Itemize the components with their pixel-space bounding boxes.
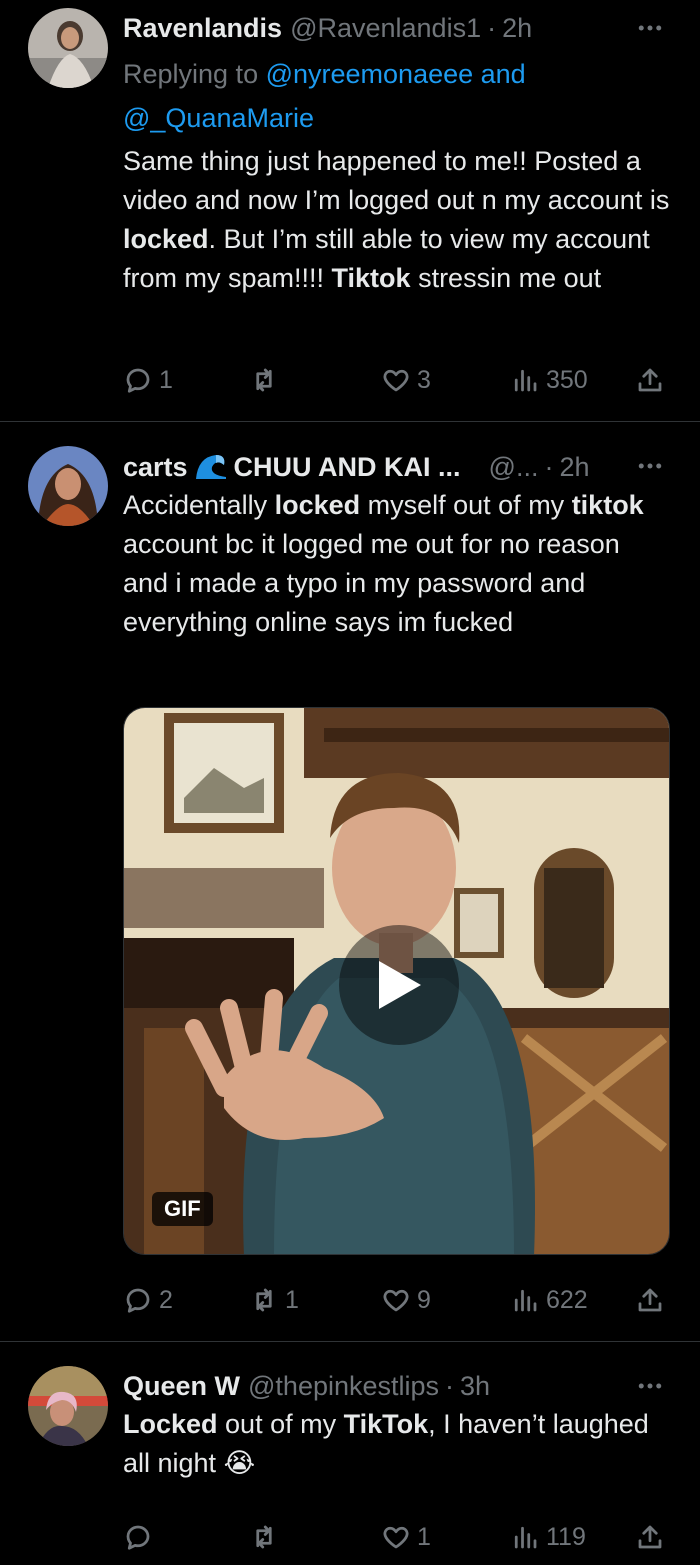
- handle[interactable]: @Ravenlandis1: [290, 8, 481, 48]
- avatar[interactable]: [28, 8, 108, 88]
- timestamp[interactable]: 3h: [460, 1366, 490, 1406]
- display-name[interactable]: Ravenlandis: [123, 8, 282, 48]
- gif-media[interactable]: GIF: [123, 707, 670, 1255]
- tweet-header: Queen W @thepinkestlips · 3h: [123, 1366, 670, 1406]
- text-segment: myself out of my: [360, 490, 572, 520]
- retweet-button[interactable]: [249, 1515, 285, 1559]
- like-count: 9: [417, 1285, 431, 1314]
- avatar-image: [28, 8, 108, 88]
- like-icon: [383, 369, 409, 392]
- reply-count: 1: [159, 365, 173, 394]
- avatar[interactable]: [28, 1366, 108, 1446]
- retweet-icon: [256, 1288, 272, 1312]
- tweet-header: Ravenlandis @Ravenlandis1 · 2h: [123, 8, 670, 48]
- retweet-icon: [256, 368, 272, 392]
- tweet-1[interactable]: Ravenlandis @Ravenlandis1 · 2h Replying …: [0, 0, 700, 421]
- retweet-count: 1: [285, 1285, 299, 1314]
- timestamp[interactable]: 2h: [559, 447, 589, 487]
- retweet-button[interactable]: 1: [249, 1278, 299, 1322]
- tweet-3[interactable]: Queen W @thepinkestlips · 3h Locked out …: [0, 1342, 700, 1565]
- text-segment: account bc it logged me out for no reaso…: [123, 529, 620, 637]
- separator-dot: ·: [445, 1371, 455, 1401]
- views-button[interactable]: 350: [510, 358, 588, 402]
- text-highlight: locked: [274, 490, 361, 520]
- reply-icon: [126, 1288, 150, 1313]
- share-icon: [638, 1288, 662, 1312]
- tweet-header: carts CHUU AND KAI ... @... · 2h: [123, 446, 670, 487]
- more-icon: [638, 463, 662, 469]
- share-button[interactable]: [635, 358, 665, 402]
- display-name[interactable]: carts: [123, 447, 188, 487]
- views-icon: [514, 1526, 537, 1549]
- replying-to: Replying to @nyreemonaeee and @_QuanaMar…: [123, 52, 670, 140]
- timestamp[interactable]: 2h: [502, 8, 532, 48]
- display-name[interactable]: Queen W: [123, 1366, 240, 1406]
- more-options-button[interactable]: [630, 1366, 670, 1406]
- handle[interactable]: @thepinkestlips: [248, 1366, 439, 1406]
- like-icon: [383, 1289, 409, 1312]
- tweet-text: Accidentally locked myself out of my tik…: [123, 486, 670, 642]
- share-icon: [638, 368, 662, 392]
- avatar-image: [28, 1366, 108, 1446]
- mention-link[interactable]: @_QuanaMarie: [123, 103, 314, 133]
- separator-dot: ·: [544, 452, 554, 482]
- more-icon: [638, 25, 662, 31]
- views-icon: [514, 1289, 537, 1312]
- text-segment: Accidentally: [123, 490, 275, 520]
- action-bar: 2 1 9 622: [123, 1278, 668, 1322]
- reply-icon: [126, 1525, 150, 1550]
- like-button[interactable]: 3: [381, 358, 431, 402]
- mention-link[interactable]: @nyreemonaeee and: [266, 59, 526, 89]
- action-bar: 1 119: [123, 1515, 668, 1559]
- handle[interactable]: @...: [489, 447, 539, 487]
- reply-count: 2: [159, 1285, 173, 1314]
- like-count: 3: [417, 365, 431, 394]
- more-icon: [638, 1383, 662, 1389]
- tweet-text: Locked out of my TikTok, I haven’t laugh…: [123, 1405, 670, 1483]
- like-button[interactable]: 9: [381, 1278, 431, 1322]
- text-highlight: Tiktok: [331, 263, 411, 293]
- reply-icon: [126, 368, 150, 393]
- views-button[interactable]: 622: [510, 1278, 588, 1322]
- retweet-icon: [256, 1525, 272, 1549]
- tweet-text: Same thing just happened to me!! Posted …: [123, 142, 670, 298]
- text-segment: out of my: [217, 1409, 344, 1439]
- gif-badge: GIF: [152, 1192, 213, 1226]
- share-button[interactable]: [635, 1515, 665, 1559]
- more-options-button[interactable]: [630, 8, 670, 48]
- like-count: 1: [417, 1522, 431, 1551]
- play-icon: [379, 961, 421, 1009]
- wave-emoji-icon: [194, 451, 228, 481]
- view-count: 622: [546, 1285, 588, 1314]
- retweet-button[interactable]: [249, 358, 285, 402]
- share-button[interactable]: [635, 1278, 665, 1322]
- view-count: 119: [546, 1522, 586, 1551]
- text-segment: stressin me out: [410, 263, 602, 293]
- separator-dot: ·: [487, 13, 497, 43]
- reply-button[interactable]: 1: [123, 358, 173, 402]
- replying-to-label: Replying to: [123, 59, 266, 89]
- text-highlight: locked: [123, 224, 209, 254]
- views-icon: [514, 369, 537, 392]
- view-count: 350: [546, 365, 588, 394]
- avatar-image: [28, 446, 108, 526]
- more-options-button[interactable]: [630, 446, 670, 486]
- reply-button[interactable]: [123, 1515, 159, 1559]
- crying-emoji-icon: 😭: [223, 1448, 256, 1478]
- like-icon: [383, 1526, 409, 1549]
- text-highlight: tiktok: [571, 490, 644, 520]
- text-segment: Same thing just happened to me!! Posted …: [123, 146, 670, 215]
- action-bar: 1 3 350: [123, 358, 668, 402]
- text-highlight: Locked: [123, 1409, 218, 1439]
- share-icon: [638, 1525, 662, 1549]
- display-name-suffix[interactable]: CHUU AND KAI ...: [234, 447, 461, 487]
- play-button[interactable]: [339, 925, 459, 1045]
- text-highlight: TikTok: [343, 1409, 429, 1439]
- views-button[interactable]: 119: [510, 1515, 586, 1559]
- reply-button[interactable]: 2: [123, 1278, 173, 1322]
- like-button[interactable]: 1: [381, 1515, 431, 1559]
- avatar[interactable]: [28, 446, 108, 526]
